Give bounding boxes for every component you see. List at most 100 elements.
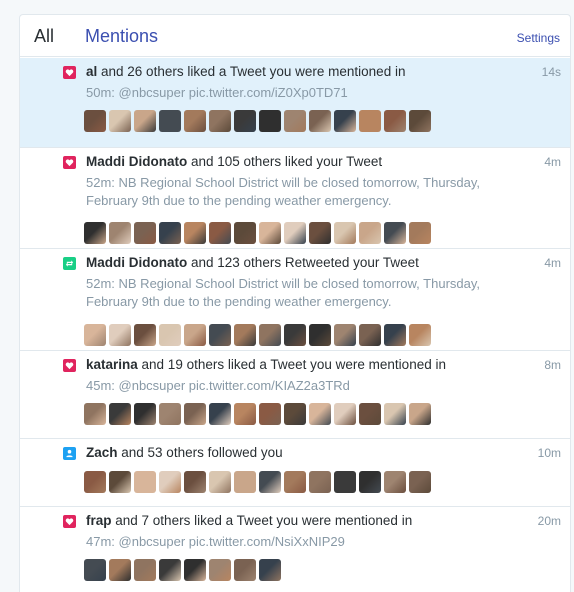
avatar[interactable] — [409, 403, 431, 425]
avatar[interactable] — [84, 324, 106, 346]
avatar[interactable] — [84, 559, 106, 581]
avatar[interactable] — [84, 222, 106, 244]
notification-item[interactable]: katarina and 19 others liked a Tweet you… — [20, 351, 570, 439]
avatar[interactable] — [209, 403, 231, 425]
tweet-snippet[interactable]: 45m: @nbcsuper pic.twitter.com/KIAZ2a3TR… — [86, 377, 506, 395]
avatar[interactable] — [109, 403, 131, 425]
actor-name[interactable]: katarina — [86, 357, 138, 372]
tweet-snippet[interactable]: 52m: NB Regional School District will be… — [86, 275, 506, 311]
avatar[interactable] — [134, 559, 156, 581]
avatar[interactable] — [309, 110, 331, 132]
avatar[interactable] — [109, 222, 131, 244]
avatar[interactable] — [384, 110, 406, 132]
notification-item[interactable]: Maddi Didonato and 105 others liked your… — [20, 148, 570, 249]
actor-name[interactable]: Maddi Didonato — [86, 154, 187, 169]
avatar[interactable] — [159, 110, 181, 132]
avatar[interactable] — [109, 559, 131, 581]
avatar[interactable] — [409, 324, 431, 346]
avatar[interactable] — [184, 471, 206, 493]
avatar[interactable] — [134, 110, 156, 132]
avatar[interactable] — [359, 471, 381, 493]
avatar[interactable] — [109, 471, 131, 493]
avatar[interactable] — [334, 222, 356, 244]
avatar[interactable] — [234, 324, 256, 346]
avatar[interactable] — [159, 559, 181, 581]
avatar[interactable] — [359, 403, 381, 425]
avatar[interactable] — [284, 471, 306, 493]
avatar[interactable] — [334, 110, 356, 132]
avatar[interactable] — [359, 110, 381, 132]
avatar[interactable] — [209, 471, 231, 493]
avatar[interactable] — [259, 403, 281, 425]
avatar[interactable] — [284, 403, 306, 425]
avatar[interactable] — [334, 403, 356, 425]
avatar-row — [84, 403, 431, 425]
avatar[interactable] — [309, 324, 331, 346]
avatar[interactable] — [84, 471, 106, 493]
avatar[interactable] — [334, 324, 356, 346]
tweet-snippet[interactable]: 50m: @nbcsuper pic.twitter.com/iZ0Xp0TD7… — [86, 84, 506, 102]
avatar-row — [84, 471, 431, 493]
avatar[interactable] — [409, 110, 431, 132]
avatar[interactable] — [184, 324, 206, 346]
notification-item[interactable]: Maddi Didonato and 123 others Retweeted … — [20, 249, 570, 351]
avatar[interactable] — [134, 471, 156, 493]
avatar[interactable] — [359, 222, 381, 244]
avatar[interactable] — [134, 222, 156, 244]
notification-item[interactable]: frap and 7 others liked a Tweet you were… — [20, 507, 570, 592]
avatar[interactable] — [234, 222, 256, 244]
avatar[interactable] — [209, 559, 231, 581]
avatar[interactable] — [284, 324, 306, 346]
actor-name[interactable]: Zach — [86, 445, 118, 460]
tab-mentions[interactable]: Mentions — [85, 26, 158, 47]
tab-all[interactable]: All — [34, 26, 54, 47]
avatar[interactable] — [134, 324, 156, 346]
avatar[interactable] — [84, 110, 106, 132]
avatar[interactable] — [284, 222, 306, 244]
avatar[interactable] — [84, 403, 106, 425]
avatar[interactable] — [209, 222, 231, 244]
avatar[interactable] — [209, 110, 231, 132]
avatar[interactable] — [184, 222, 206, 244]
avatar[interactable] — [209, 324, 231, 346]
avatar[interactable] — [259, 471, 281, 493]
avatar[interactable] — [259, 559, 281, 581]
tweet-snippet[interactable]: 47m: @nbcsuper pic.twitter.com/NsiXxNIP2… — [86, 533, 506, 551]
avatar[interactable] — [384, 403, 406, 425]
avatar[interactable] — [384, 324, 406, 346]
avatar[interactable] — [259, 324, 281, 346]
avatar[interactable] — [234, 403, 256, 425]
avatar[interactable] — [184, 559, 206, 581]
avatar[interactable] — [259, 110, 281, 132]
avatar[interactable] — [159, 222, 181, 244]
avatar[interactable] — [109, 110, 131, 132]
avatar[interactable] — [134, 403, 156, 425]
notification-item[interactable]: Zach and 53 others followed you 10m — [20, 439, 570, 507]
avatar[interactable] — [409, 471, 431, 493]
avatar[interactable] — [234, 471, 256, 493]
avatar[interactable] — [159, 471, 181, 493]
avatar[interactable] — [109, 324, 131, 346]
avatar[interactable] — [384, 222, 406, 244]
avatar[interactable] — [234, 559, 256, 581]
tweet-snippet[interactable]: 52m: NB Regional School District will be… — [86, 174, 506, 210]
settings-link[interactable]: Settings — [517, 31, 560, 45]
avatar[interactable] — [284, 110, 306, 132]
actor-name[interactable]: al — [86, 64, 97, 79]
actor-name[interactable]: frap — [86, 513, 112, 528]
avatar[interactable] — [159, 403, 181, 425]
avatar[interactable] — [334, 471, 356, 493]
avatar[interactable] — [184, 403, 206, 425]
avatar[interactable] — [184, 110, 206, 132]
avatar[interactable] — [309, 471, 331, 493]
avatar[interactable] — [384, 471, 406, 493]
avatar[interactable] — [409, 222, 431, 244]
notification-item[interactable]: al and 26 others liked a Tweet you were … — [20, 58, 570, 148]
avatar[interactable] — [159, 324, 181, 346]
avatar[interactable] — [309, 222, 331, 244]
avatar[interactable] — [259, 222, 281, 244]
avatar[interactable] — [359, 324, 381, 346]
avatar[interactable] — [309, 403, 331, 425]
actor-name[interactable]: Maddi Didonato — [86, 255, 187, 270]
avatar[interactable] — [234, 110, 256, 132]
